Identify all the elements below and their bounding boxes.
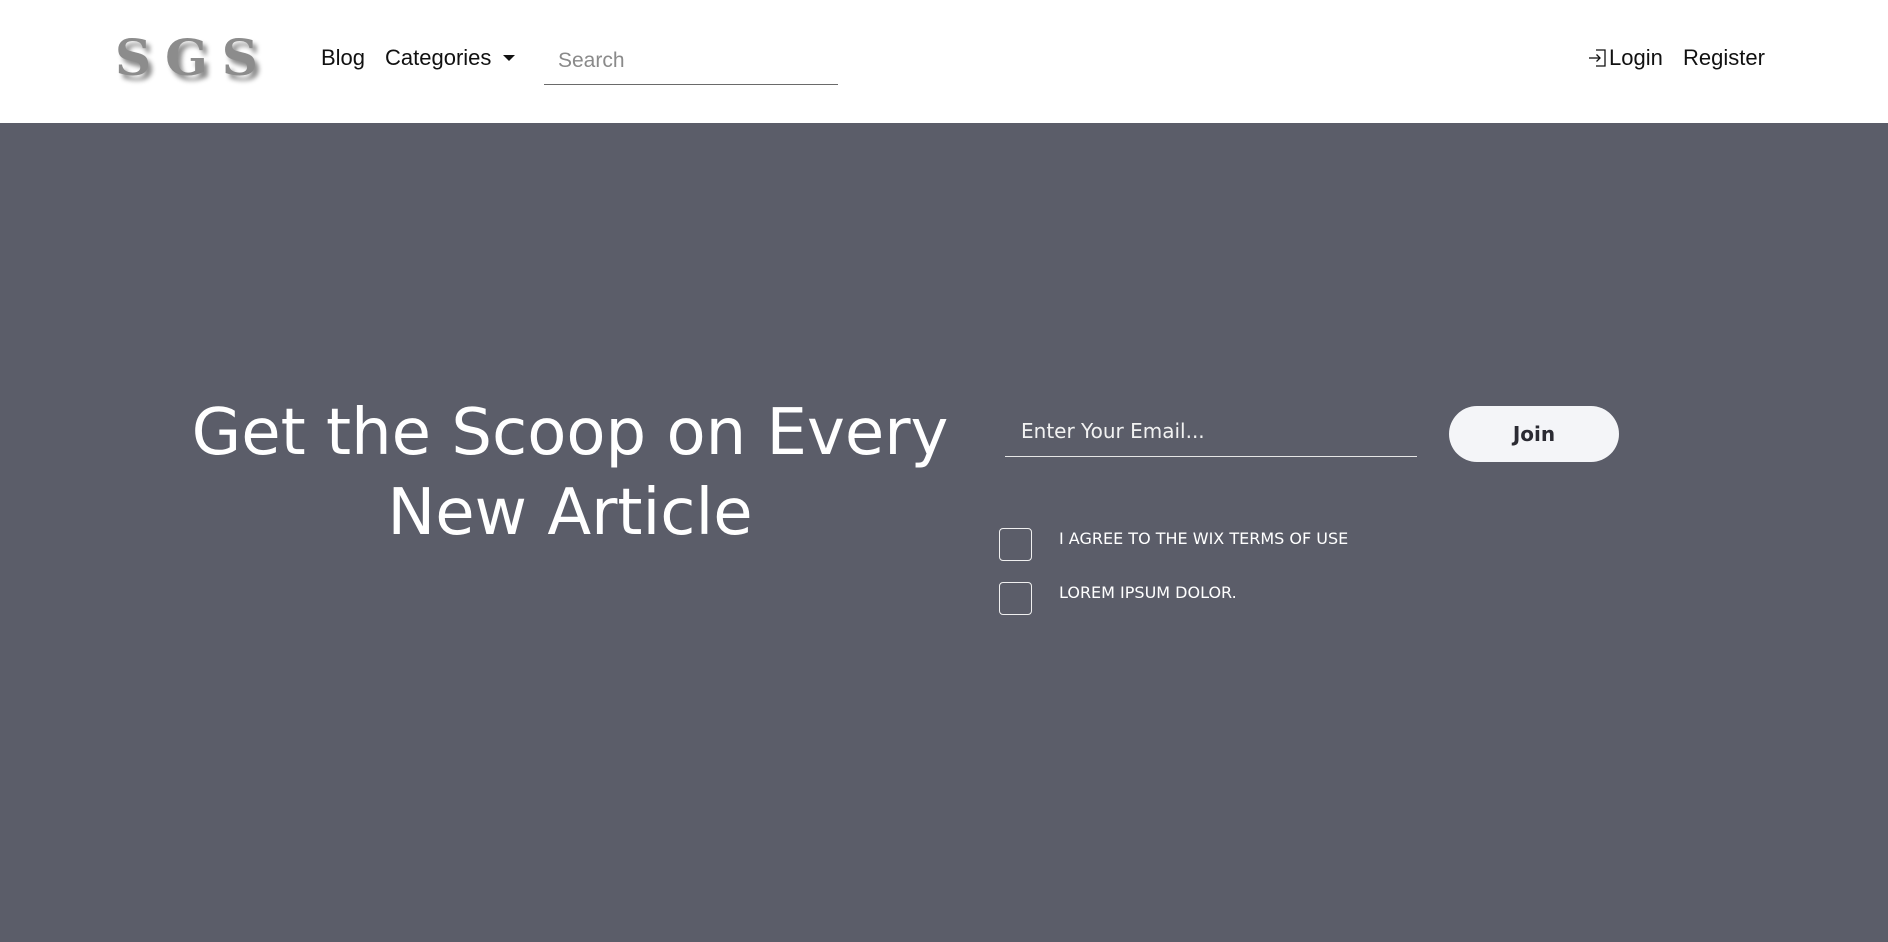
search-input[interactable] — [544, 38, 838, 85]
nav-categories-dropdown[interactable]: Categories — [385, 44, 516, 72]
caret-down-icon — [503, 55, 516, 61]
headline-line-2: New Article — [387, 476, 753, 550]
sign-in-arrow-icon — [1589, 49, 1606, 67]
email-input[interactable] — [1005, 405, 1417, 457]
login-label: Login — [1609, 45, 1663, 70]
site-logo[interactable]: SGS — [115, 30, 272, 86]
site-header: SGS Blog Categories Login Register — [0, 0, 1888, 123]
headline-line-1: Get the Scoop on Every — [191, 396, 949, 470]
newsletter-section: Get the Scoop on Every New Article Join … — [0, 123, 1888, 942]
nav-categories-label: Categories — [385, 45, 492, 70]
newsletter-headline: Get the Scoop on Every New Article — [170, 393, 970, 553]
register-link[interactable]: Register — [1683, 44, 1765, 72]
terms-checkbox-row: I AGREE TO THE WIX TERMS OF USE — [999, 528, 1348, 561]
lorem-checkbox-label: LOREM IPSUM DOLOR. — [1059, 583, 1237, 602]
lorem-checkbox[interactable] — [999, 582, 1032, 615]
nav-blog-link[interactable]: Blog — [321, 44, 365, 72]
terms-checkbox[interactable] — [999, 528, 1032, 561]
login-link[interactable]: Login — [1588, 44, 1663, 72]
terms-checkbox-label: I AGREE TO THE WIX TERMS OF USE — [1059, 529, 1349, 548]
join-button[interactable]: Join — [1449, 406, 1619, 462]
lorem-checkbox-row: LOREM IPSUM DOLOR. — [999, 582, 1237, 615]
